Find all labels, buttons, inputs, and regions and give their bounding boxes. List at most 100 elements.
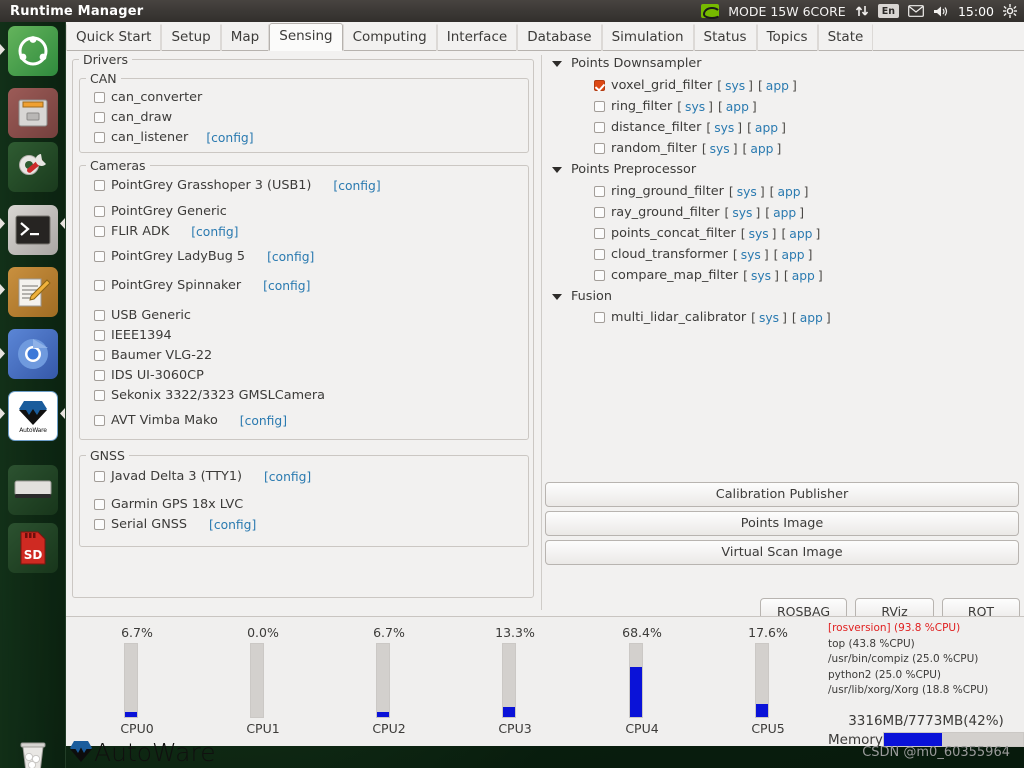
tab-database[interactable]: Database: [517, 24, 602, 51]
checkbox-random-filter[interactable]: [594, 143, 605, 154]
sys-link-points-concat-filter[interactable]: sys: [749, 227, 769, 241]
checkbox-row-compare-map-filter[interactable]: compare_map_filter [ sys ] [ app ]: [594, 268, 823, 283]
checkbox-ring-filter[interactable]: [594, 101, 605, 112]
checkbox-row-distance-filter[interactable]: distance_filter [ sys ] [ app ]: [594, 120, 786, 135]
checkbox-row-avt-vimba-mako[interactable]: AVT Vimba Mako [config]: [94, 413, 287, 428]
checkbox-ieee1394[interactable]: [94, 330, 105, 341]
config-link-pointgrey-spinnaker[interactable]: [config]: [263, 279, 310, 293]
sys-link-ring-ground-filter[interactable]: sys: [737, 185, 757, 199]
checkbox-row-pointgrey-ladybug-5[interactable]: PointGrey LadyBug 5 [config]: [94, 249, 314, 264]
chevron-down-icon[interactable]: [552, 166, 562, 173]
checkbox-row-can-listener[interactable]: can_listener [config]: [94, 130, 254, 145]
clock[interactable]: 15:00: [958, 4, 994, 19]
autoware-icon[interactable]: AutoWare: [8, 391, 58, 441]
trash-icon[interactable]: [8, 732, 58, 768]
sd-card-icon[interactable]: SD: [8, 523, 58, 573]
config-link-pointgrey-grasshoper-3[interactable]: [config]: [333, 179, 380, 193]
checkbox-row-can-converter[interactable]: can_converter: [94, 90, 202, 105]
checkbox-pointgrey-generic[interactable]: [94, 206, 105, 217]
checkbox-baumer-vlg-22[interactable]: [94, 350, 105, 361]
power-mode-label[interactable]: MODE 15W 6CORE: [728, 4, 845, 19]
sys-link-cloud-transformer[interactable]: sys: [741, 248, 761, 262]
tab-interface[interactable]: Interface: [436, 24, 518, 51]
checkbox-can-listener[interactable]: [94, 132, 105, 143]
tab-map[interactable]: Map: [220, 24, 270, 51]
checkbox-row-usb-generic[interactable]: USB Generic: [94, 308, 191, 323]
sys-link-multi-lidar-calibrator[interactable]: sys: [759, 311, 779, 325]
app-link-points-concat-filter[interactable]: app: [789, 227, 812, 241]
virtual-scan-image-button[interactable]: Virtual Scan Image: [545, 540, 1019, 565]
checkbox-row-ring-ground-filter[interactable]: ring_ground_filter [ sys ] [ app ]: [594, 184, 808, 199]
checkbox-row-points-concat-filter[interactable]: points_concat_filter [ sys ] [ app ]: [594, 226, 820, 241]
tab-topics[interactable]: Topics: [756, 24, 818, 51]
config-link-serial-gnss[interactable]: [config]: [209, 518, 256, 532]
checkbox-pointgrey-grasshoper-3[interactable]: [94, 180, 105, 191]
tree-group-points-downsampler[interactable]: Points Downsampler: [552, 56, 702, 71]
sys-link-ring-filter[interactable]: sys: [685, 100, 705, 114]
checkbox-row-serial-gnss[interactable]: Serial GNSS [config]: [94, 517, 256, 532]
calibration-publisher-button[interactable]: Calibration Publisher: [545, 482, 1019, 507]
checkbox-avt-vimba-mako[interactable]: [94, 415, 105, 426]
sys-link-voxel-grid-filter[interactable]: sys: [725, 79, 745, 93]
config-link-flir-adk[interactable]: [config]: [191, 225, 238, 239]
checkbox-points-concat-filter[interactable]: [594, 228, 605, 239]
checkbox-row-pointgrey-grasshoper-3[interactable]: PointGrey Grasshoper 3 (USB1) [config]: [94, 178, 381, 193]
app-link-voxel-grid-filter[interactable]: app: [766, 79, 789, 93]
checkbox-pointgrey-ladybug-5[interactable]: [94, 251, 105, 262]
checkbox-ray-ground-filter[interactable]: [594, 207, 605, 218]
config-link-javad-delta-3[interactable]: [config]: [264, 470, 311, 484]
sys-link-distance-filter[interactable]: sys: [714, 121, 734, 135]
checkbox-ids-ui-3060cp[interactable]: [94, 370, 105, 381]
checkbox-cloud-transformer[interactable]: [594, 249, 605, 260]
files-icon[interactable]: [8, 88, 58, 138]
checkbox-row-pointgrey-spinnaker[interactable]: PointGrey Spinnaker [config]: [94, 278, 310, 293]
checkbox-row-sekonix-gmsl[interactable]: Sekonix 3322/3323 GMSLCamera: [94, 388, 325, 403]
config-link-pointgrey-ladybug-5[interactable]: [config]: [267, 250, 314, 264]
checkbox-javad-delta-3[interactable]: [94, 471, 105, 482]
checkbox-row-garmin-gps-18x[interactable]: Garmin GPS 18x LVC: [94, 497, 243, 512]
tree-group-points-preprocessor[interactable]: Points Preprocessor: [552, 162, 696, 177]
checkbox-can-draw[interactable]: [94, 112, 105, 123]
checkbox-row-cloud-transformer[interactable]: cloud_transformer [ sys ] [ app ]: [594, 247, 812, 262]
points-image-button[interactable]: Points Image: [545, 511, 1019, 536]
checkbox-row-random-filter[interactable]: random_filter [ sys ] [ app ]: [594, 141, 781, 156]
checkbox-row-pointgrey-generic[interactable]: PointGrey Generic: [94, 204, 227, 219]
checkbox-distance-filter[interactable]: [594, 122, 605, 133]
checkbox-pointgrey-spinnaker[interactable]: [94, 280, 105, 291]
ubuntu-dash-icon[interactable]: [8, 26, 58, 76]
disk-drive-icon[interactable]: [8, 465, 58, 515]
app-link-random-filter[interactable]: app: [750, 142, 773, 156]
network-updown-icon[interactable]: [855, 4, 869, 18]
app-link-cloud-transformer[interactable]: app: [781, 248, 804, 262]
config-link-avt-vimba-mako[interactable]: [config]: [240, 414, 287, 428]
app-link-ring-filter[interactable]: app: [726, 100, 749, 114]
mail-icon[interactable]: [908, 5, 924, 17]
terminal-icon[interactable]: [8, 205, 58, 255]
gear-icon[interactable]: [1003, 4, 1017, 18]
checkbox-row-ray-ground-filter[interactable]: ray_ground_filter [ sys ] [ app ]: [594, 205, 804, 220]
checkbox-voxel-grid-filter[interactable]: [594, 80, 605, 91]
checkbox-sekonix-gmsl[interactable]: [94, 390, 105, 401]
tab-quick-start[interactable]: Quick Start: [66, 24, 162, 51]
checkbox-row-ieee1394[interactable]: IEEE1394: [94, 328, 172, 343]
sys-link-compare-map-filter[interactable]: sys: [751, 269, 771, 283]
checkbox-row-can-draw[interactable]: can_draw: [94, 110, 172, 125]
tree-group-fusion[interactable]: Fusion: [552, 289, 612, 304]
checkbox-serial-gnss[interactable]: [94, 519, 105, 530]
tab-status[interactable]: Status: [693, 24, 757, 51]
app-link-compare-map-filter[interactable]: app: [792, 269, 815, 283]
checkbox-row-baumer-vlg-22[interactable]: Baumer VLG-22: [94, 348, 212, 363]
chromium-icon[interactable]: [8, 329, 58, 379]
sys-link-ray-ground-filter[interactable]: sys: [732, 206, 752, 220]
checkbox-garmin-gps-18x[interactable]: [94, 499, 105, 510]
checkbox-can-converter[interactable]: [94, 92, 105, 103]
text-editor-icon[interactable]: [8, 267, 58, 317]
checkbox-row-ring-filter[interactable]: ring_filter [ sys ] [ app ]: [594, 99, 757, 114]
tab-setup[interactable]: Setup: [161, 24, 221, 51]
tab-state[interactable]: State: [817, 24, 874, 51]
chevron-down-icon[interactable]: [552, 60, 562, 67]
checkbox-row-multi-lidar-calibrator[interactable]: multi_lidar_calibrator [ sys ] [ app ]: [594, 310, 831, 325]
checkbox-compare-map-filter[interactable]: [594, 270, 605, 281]
tab-simulation[interactable]: Simulation: [601, 24, 694, 51]
keyboard-layout-indicator[interactable]: En: [877, 4, 899, 18]
